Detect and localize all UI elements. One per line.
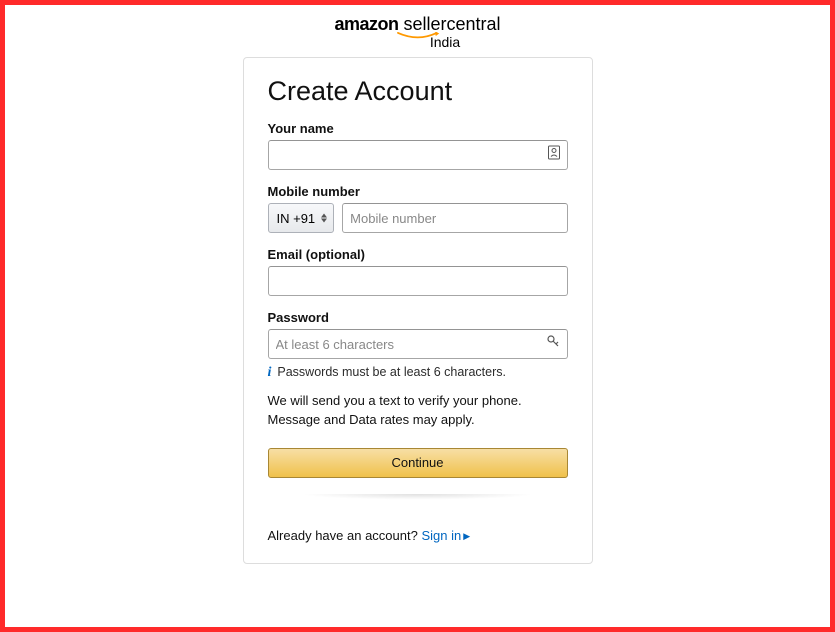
name-input[interactable] bbox=[268, 140, 568, 170]
sms-disclosure: We will send you a text to verify your p… bbox=[268, 392, 568, 430]
country-code-select[interactable]: IN +91 bbox=[268, 203, 335, 233]
logo-text: amazon sellercentral bbox=[334, 14, 500, 34]
name-field-group: Your name bbox=[268, 121, 568, 170]
frame: amazon sellercentral India Create Accoun… bbox=[0, 0, 835, 632]
select-caret-icon bbox=[321, 214, 327, 223]
page-title: Create Account bbox=[268, 76, 568, 107]
mobile-field-group: Mobile number IN +91 bbox=[268, 184, 568, 233]
info-icon: i bbox=[268, 366, 272, 380]
logo-seller: seller bbox=[404, 14, 447, 34]
signin-row: Already have an account? Sign in▶ bbox=[268, 528, 568, 543]
divider bbox=[268, 494, 568, 524]
create-account-card: Create Account Your name Mobile number I… bbox=[243, 57, 593, 564]
continue-button[interactable]: Continue bbox=[268, 448, 568, 478]
logo-central: central bbox=[447, 14, 501, 34]
signin-prompt: Already have an account? bbox=[268, 528, 422, 543]
logo-amazon: amazon bbox=[334, 14, 398, 34]
mobile-label: Mobile number bbox=[268, 184, 568, 199]
country-code-value: IN +91 bbox=[277, 211, 316, 226]
logo-region: India bbox=[60, 35, 830, 49]
disclosure-line-2: Message and Data rates may apply. bbox=[268, 411, 568, 430]
signin-link[interactable]: Sign in▶ bbox=[421, 528, 470, 543]
email-input[interactable] bbox=[268, 266, 568, 296]
password-input[interactable] bbox=[268, 329, 568, 359]
password-label: Password bbox=[268, 310, 568, 325]
password-hint: i Passwords must be at least 6 character… bbox=[268, 365, 568, 380]
name-label: Your name bbox=[268, 121, 568, 136]
disclosure-line-1: We will send you a text to verify your p… bbox=[268, 392, 568, 411]
email-label: Email (optional) bbox=[268, 247, 568, 262]
password-field-group: Password i Passwords must be at least 6 … bbox=[268, 310, 568, 380]
password-hint-text: Passwords must be at least 6 characters. bbox=[277, 365, 506, 379]
caret-right-icon: ▶ bbox=[463, 531, 470, 541]
email-field-group: Email (optional) bbox=[268, 247, 568, 296]
mobile-input[interactable] bbox=[342, 203, 567, 233]
logo: amazon sellercentral India bbox=[5, 15, 830, 49]
